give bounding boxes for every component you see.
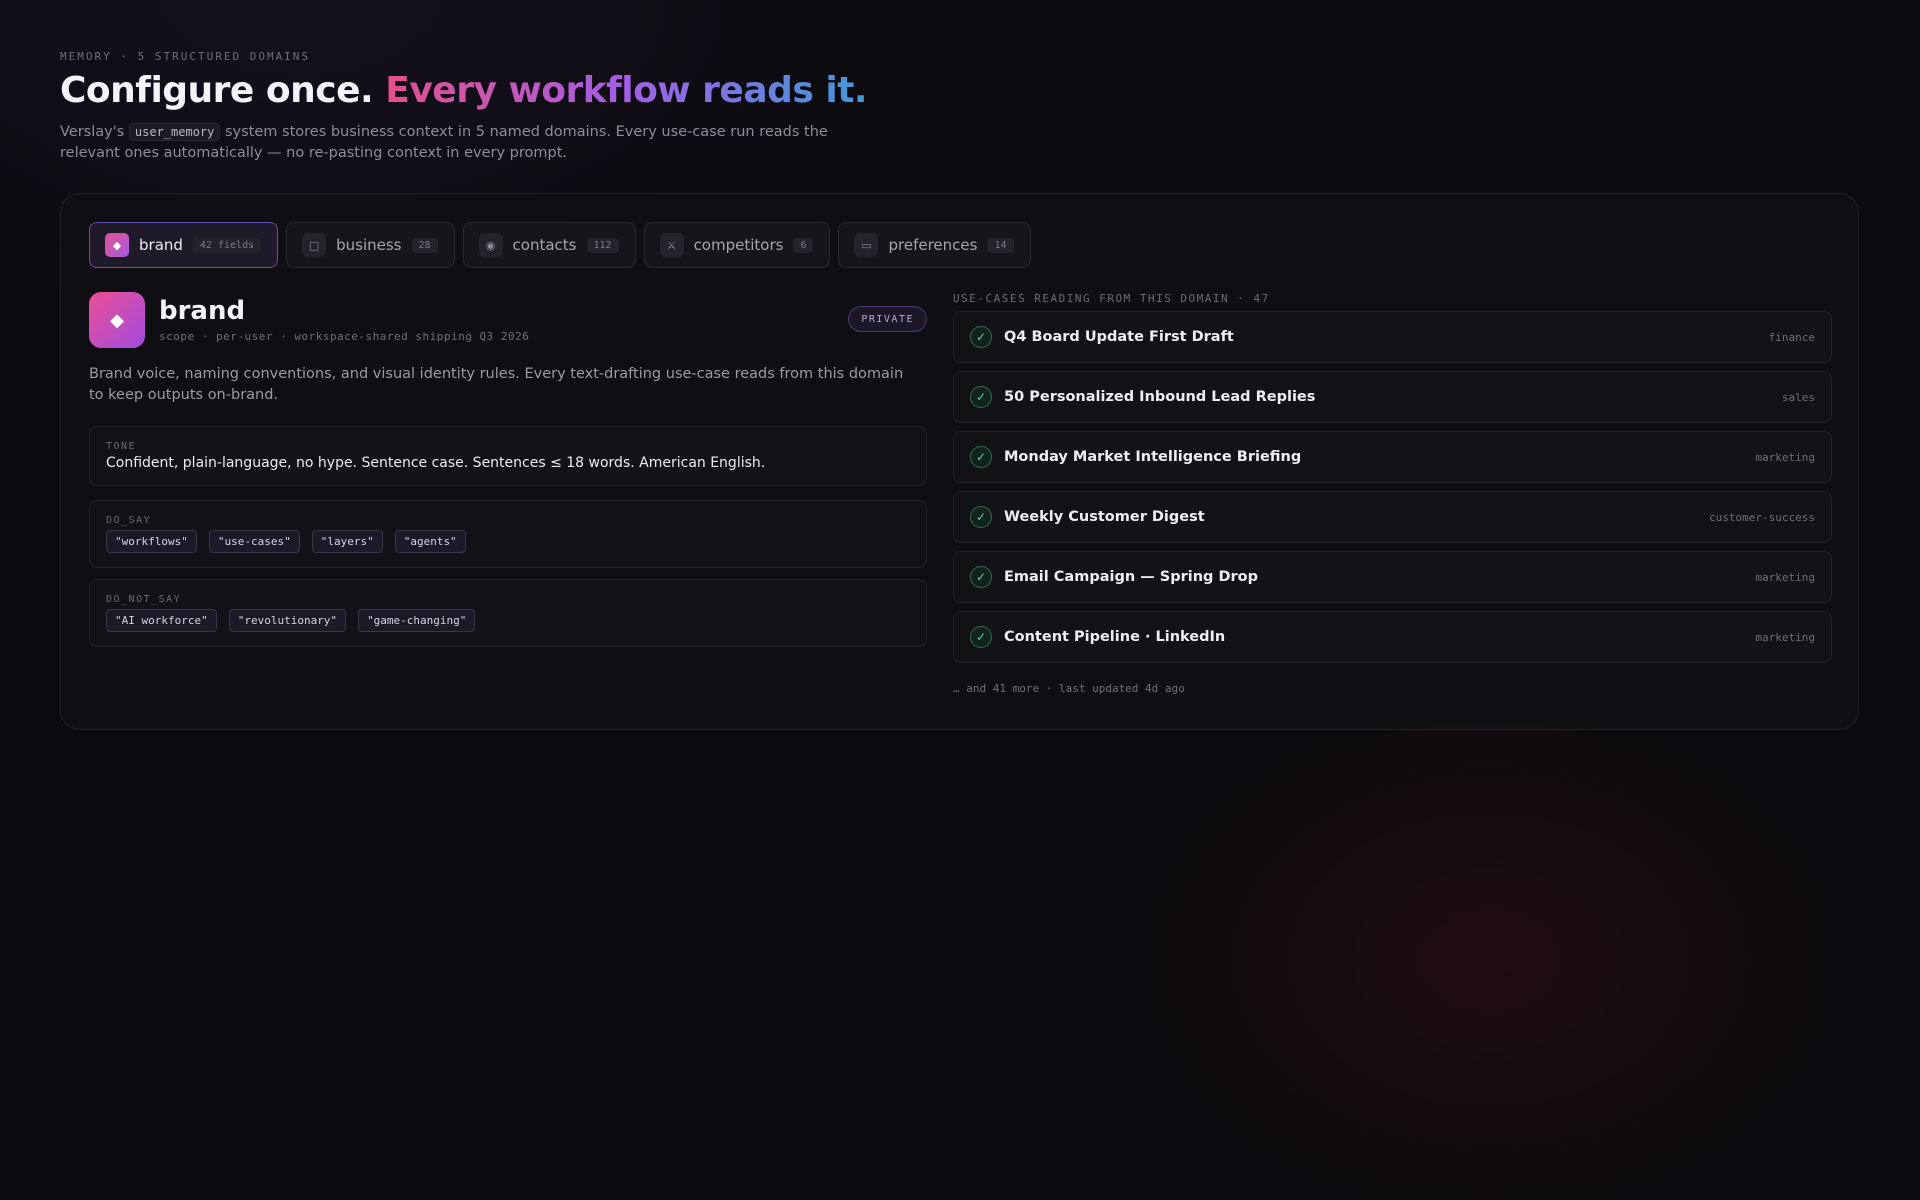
domain-tabs: ◆ brand 42 fields □ business 28 ◉ contac… xyxy=(89,222,1031,268)
tab-business[interactable]: □ business 28 xyxy=(286,222,455,268)
subtitle-before: Verslay's xyxy=(60,124,125,140)
use-case-tag: finance xyxy=(1768,330,1815,344)
section-eyebrow: MEMORY · 5 STRUCTURED DOMAINS xyxy=(60,50,311,63)
term-chip: "AI workforce" xyxy=(106,609,217,632)
tab-label: preferences xyxy=(888,236,978,254)
use-case-tag: marketing xyxy=(1755,570,1815,584)
use-case-item[interactable]: ✓ Content Pipeline · LinkedIn marketing xyxy=(953,611,1832,663)
use-case-tag: customer-success xyxy=(1709,510,1815,524)
use-case-item[interactable]: ✓ Weekly Customer Digest customer-succes… xyxy=(953,491,1832,543)
field-do-say[interactable]: DO_SAY "workflows" "use-cases" "layers" … xyxy=(89,500,927,568)
field-tone[interactable]: TONE Confident, plain-language, no hype.… xyxy=(89,426,927,486)
domain-description: Brand voice, naming conventions, and vis… xyxy=(89,366,904,403)
use-cases-footer: … and 41 more · last updated 4d ago xyxy=(953,682,1185,695)
check-icon: ✓ xyxy=(970,626,992,648)
field-value: Confident, plain-language, no hype. Sent… xyxy=(106,455,766,471)
term-chip: "workflows" xyxy=(106,530,197,553)
tab-contacts[interactable]: ◉ contacts 112 xyxy=(462,222,636,268)
check-icon: ✓ xyxy=(970,326,992,348)
chip-list: "workflows" "use-cases" "layers" "agents… xyxy=(106,530,910,553)
use-case-title: Monday Market Intelligence Briefing xyxy=(1004,449,1302,465)
use-case-item[interactable]: ✓ 50 Personalized Inbound Lead Replies s… xyxy=(953,371,1832,423)
use-case-tag: marketing xyxy=(1755,630,1815,644)
check-icon: ✓ xyxy=(970,446,992,468)
field-label: TONE xyxy=(106,441,137,452)
field-do-not-say[interactable]: DO_NOT_SAY "AI workforce" "revolutionary… xyxy=(89,579,927,647)
use-case-title: Email Campaign — Spring Drop xyxy=(1004,569,1258,585)
use-case-list: ✓ Q4 Board Update First Draft finance ✓ … xyxy=(953,311,1832,671)
private-badge: PRIVATE xyxy=(848,306,927,332)
use-case-item[interactable]: ✓ Monday Market Intelligence Briefing ma… xyxy=(953,431,1832,483)
tab-label: business xyxy=(336,236,402,254)
page-subtitle: Verslay's user_memory system stores busi… xyxy=(60,122,860,164)
use-case-tag: marketing xyxy=(1755,450,1815,464)
use-case-item[interactable]: ✓ Q4 Board Update First Draft finance xyxy=(953,311,1832,363)
tab-preferences[interactable]: ▭ preferences 14 xyxy=(838,222,1031,268)
page-title: Configure once. Every workflow reads it. xyxy=(60,70,868,111)
rectangle-icon: ▭ xyxy=(854,233,879,257)
tab-count: 6 xyxy=(793,237,814,253)
tab-label: competitors xyxy=(693,236,784,254)
chip-list: "AI workforce" "revolutionary" "game-cha… xyxy=(106,609,910,632)
subtitle-code: user_memory xyxy=(128,123,221,141)
use-case-title: Q4 Board Update First Draft xyxy=(1004,329,1234,345)
domain-scope: scope · per-user · workspace-shared ship… xyxy=(159,330,530,343)
tab-label: brand xyxy=(139,236,183,254)
tab-label: contacts xyxy=(512,236,577,254)
check-icon: ✓ xyxy=(970,566,992,588)
term-chip: "use-cases" xyxy=(208,530,300,553)
use-cases-heading: USE-CASES READING FROM THIS DOMAIN · 47 xyxy=(953,292,1270,305)
tab-count: 42 fields xyxy=(192,237,262,253)
tab-brand[interactable]: ◆ brand 42 fields xyxy=(89,222,279,268)
field-label: DO_NOT_SAY xyxy=(106,594,182,605)
use-case-item[interactable]: ✓ Email Campaign — Spring Drop marketing xyxy=(953,551,1832,603)
circle-icon: ◉ xyxy=(478,233,503,257)
tab-count: 112 xyxy=(586,237,619,253)
use-cases-panel: USE-CASES READING FROM THIS DOMAIN · 47 … xyxy=(953,292,1832,695)
term-chip: "revolutionary" xyxy=(228,609,347,632)
term-chip: "agents" xyxy=(394,530,466,553)
memory-panel: ◆ brand 42 fields □ business 28 ◉ contac… xyxy=(60,193,1859,730)
term-chip: "game-changing" xyxy=(358,609,476,632)
use-case-title: Content Pipeline · LinkedIn xyxy=(1004,629,1226,645)
diamond-icon: ◆ xyxy=(89,292,145,348)
use-case-title: 50 Personalized Inbound Lead Replies xyxy=(1004,389,1316,405)
title-plain: Configure once. xyxy=(60,70,374,111)
tab-count: 14 xyxy=(987,237,1014,253)
field-label: DO_SAY xyxy=(106,515,152,526)
tab-competitors[interactable]: ⚔ competitors 6 xyxy=(643,222,831,268)
title-gradient: Every workflow reads it. xyxy=(385,70,868,111)
check-icon: ✓ xyxy=(970,506,992,528)
use-case-title: Weekly Customer Digest xyxy=(1004,509,1205,525)
check-icon: ✓ xyxy=(970,386,992,408)
tab-count: 28 xyxy=(411,237,438,253)
use-case-tag: sales xyxy=(1781,390,1815,404)
domain-title: brand xyxy=(159,296,246,326)
square-icon: □ xyxy=(302,233,327,257)
swords-icon: ⚔ xyxy=(659,233,684,257)
term-chip: "layers" xyxy=(311,530,383,553)
diamond-icon: ◆ xyxy=(105,233,129,257)
